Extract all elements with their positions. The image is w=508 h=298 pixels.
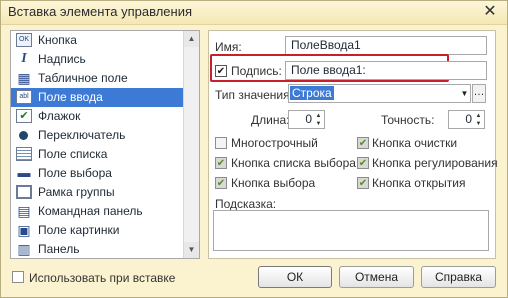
value-type-field[interactable]: Строка <box>288 84 471 103</box>
open-button-checkbox[interactable]: ✔ <box>357 177 369 189</box>
list-item-label: Табличное поле <box>38 71 128 85</box>
list-scrollbar[interactable]: ▲ ▼ <box>183 31 199 258</box>
precision-label: Точность: <box>381 113 435 127</box>
cancel-button[interactable]: Отмена <box>339 266 414 288</box>
list-item-radio[interactable]: Переключатель <box>11 126 184 145</box>
picture-field-icon: ▣ <box>17 222 31 238</box>
value-type-label: Тип значения: <box>215 88 293 102</box>
list-item-label: Поле ввода <box>38 90 103 104</box>
list-item-input-field[interactable]: abl Поле ввода <box>11 88 184 107</box>
combo-field-icon: ▬ <box>17 165 31 180</box>
list-item-checkbox[interactable]: ✔ Флажок <box>11 107 184 126</box>
multiline-label: Многострочный <box>231 136 318 150</box>
value-type-text: Строка <box>290 86 334 100</box>
list-item-label: Флажок <box>38 109 81 123</box>
list-item-label: Командная панель <box>38 204 143 218</box>
ellipsis-button[interactable]: … <box>472 84 486 103</box>
caption-checkbox[interactable]: ✔ <box>215 65 227 77</box>
multiline-checkbox[interactable] <box>215 137 227 149</box>
list-item-group-frame[interactable]: Рамка группы <box>11 183 184 202</box>
hint-label: Подсказка: <box>215 197 277 211</box>
list-item-table-field[interactable]: ▦ Табличное поле <box>11 69 184 88</box>
precision-spinner-icon[interactable]: ▲ ▼ <box>474 111 483 130</box>
list-item-label: Поле выбора <box>38 166 112 180</box>
caption-field[interactable]: Поле ввода1: <box>285 61 487 80</box>
choice-button-checkbox[interactable]: ✔ <box>215 177 227 189</box>
list-item-combo-field[interactable]: ▬ Поле выбора <box>11 164 184 183</box>
list-choice-button-label: Кнопка списка выбора <box>231 156 356 170</box>
list-item-picture-field[interactable]: ▣ Поле картинки <box>11 221 184 240</box>
ok-button[interactable]: ОК <box>258 266 332 288</box>
length-label: Длина: <box>251 113 290 127</box>
list-item-list-field[interactable]: Поле списка <box>11 145 184 164</box>
scroll-down-icon[interactable]: ▼ <box>184 242 199 258</box>
button-icon: OK <box>16 33 32 47</box>
hint-textarea[interactable] <box>213 210 489 251</box>
length-spinner-icon[interactable]: ▲ ▼ <box>314 111 323 130</box>
list-field-icon <box>16 147 32 161</box>
list-item-label: Поле картинки <box>38 223 120 237</box>
list-item-label: Переключатель <box>38 128 126 142</box>
label-icon: I <box>21 51 27 66</box>
list-item-panel[interactable]: ▥ Панель <box>11 240 184 258</box>
spin-button-label: Кнопка регулирования <box>372 156 498 170</box>
radio-icon <box>19 131 28 140</box>
list-item-label: Надпись <box>38 52 86 66</box>
close-icon[interactable]: ✕ <box>481 3 499 21</box>
open-button-label: Кнопка открытия <box>372 176 466 190</box>
input-field-icon: abl <box>16 90 32 104</box>
title-bar[interactable]: Вставка элемента управления ✕ <box>1 1 507 25</box>
panel-icon: ▥ <box>17 241 31 257</box>
list-item-command-bar[interactable]: ▤ Командная панель <box>11 202 184 221</box>
clear-button-label: Кнопка очистки <box>372 136 458 150</box>
group-frame-icon <box>16 185 32 199</box>
list-item-label: Поле списка <box>38 147 108 161</box>
name-field[interactable]: ПолеВвода1 <box>285 36 487 55</box>
choice-button-label: Кнопка выбора <box>231 176 316 190</box>
dialog-title: Вставка элемента управления <box>8 4 192 19</box>
scroll-up-icon[interactable]: ▲ <box>184 31 199 47</box>
control-type-list[interactable]: OK Кнопка I Надпись ▦ Табличное поле abl… <box>10 30 200 259</box>
list-choice-button-checkbox[interactable]: ✔ <box>215 157 227 169</box>
command-bar-icon: ▤ <box>17 203 31 219</box>
list-item-label: Кнопка <box>38 33 77 47</box>
use-on-insert-label: Использовать при вставке <box>29 271 176 285</box>
checkbox-icon: ✔ <box>16 109 32 123</box>
help-button[interactable]: Справка <box>421 266 496 288</box>
properties-panel: Имя: ПолеВвода1 ✔ Подпись: Поле ввода1: … <box>208 30 498 259</box>
clear-button-checkbox[interactable]: ✔ <box>357 137 369 149</box>
list-item-label: Панель <box>38 242 80 256</box>
table-icon: ▦ <box>17 70 31 86</box>
list-item-label: Рамка группы <box>38 185 115 199</box>
list-item-label-control[interactable]: I Надпись <box>11 50 184 69</box>
chevron-down-icon[interactable]: ▼ <box>458 85 471 104</box>
caption-label: Подпись: <box>231 64 282 78</box>
name-label: Имя: <box>215 40 242 54</box>
spin-button-checkbox[interactable]: ✔ <box>357 157 369 169</box>
use-on-insert-checkbox[interactable] <box>12 271 24 283</box>
list-item-button[interactable]: OK Кнопка <box>11 31 184 50</box>
insert-control-dialog: Вставка элемента управления ✕ OK Кнопка … <box>0 0 508 298</box>
